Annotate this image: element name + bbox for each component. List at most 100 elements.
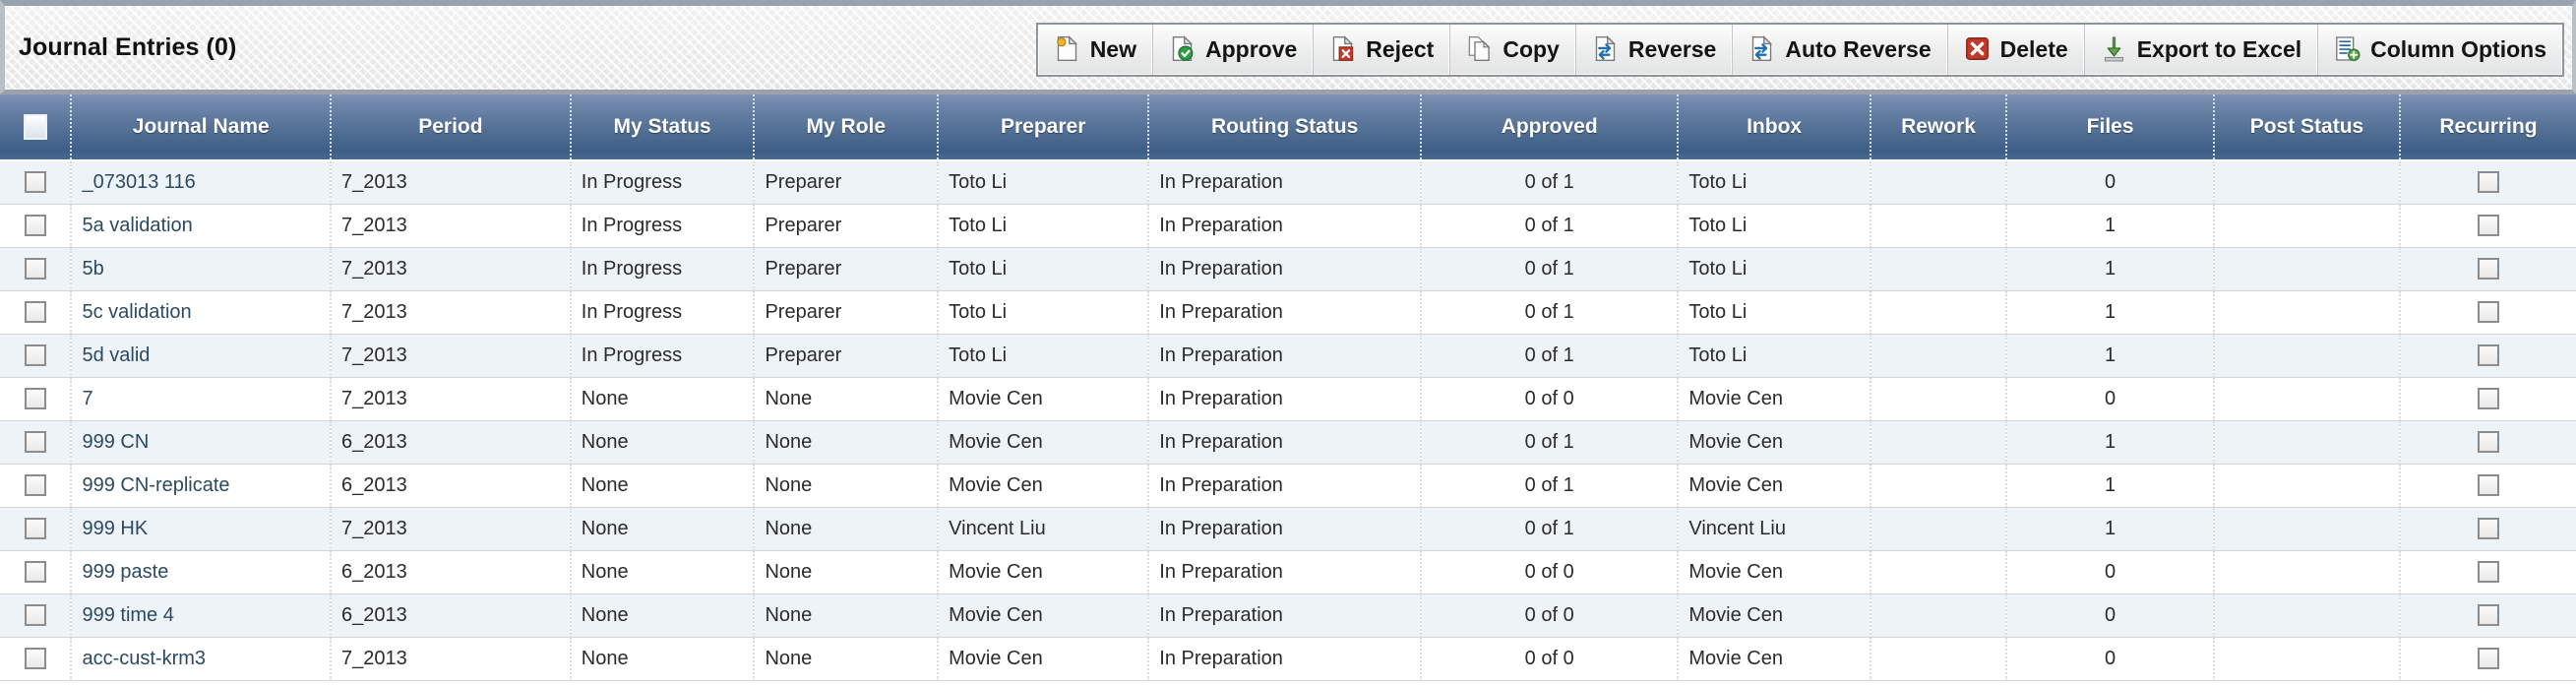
row-select-checkbox[interactable] bbox=[24, 648, 46, 670]
toolbar-button-label: Export to Excel bbox=[2136, 36, 2302, 62]
recurring-checkbox[interactable] bbox=[2477, 258, 2499, 281]
table-row[interactable]: 7 7_2013 None None Movie Cen In Preparation 0 … bbox=[0, 377, 2576, 421]
files-cell: 0 bbox=[2006, 550, 2216, 594]
recurring-checkbox[interactable] bbox=[2477, 301, 2499, 324]
column-header-myrole[interactable]: My Role bbox=[754, 94, 940, 161]
row-select-cell bbox=[0, 420, 73, 465]
column-header-period[interactable]: Period bbox=[331, 94, 572, 161]
inbox-value: Movie Cen bbox=[1688, 430, 1783, 453]
journal-name-link[interactable]: 5a validation bbox=[82, 215, 192, 236]
journal-name-link[interactable]: 5b bbox=[82, 258, 103, 280]
reject-button[interactable]: Reject bbox=[1314, 25, 1451, 75]
row-select-cell bbox=[0, 334, 73, 378]
column-header-inbox[interactable]: Inbox bbox=[1678, 94, 1871, 161]
journal-name-link[interactable]: 999 paste bbox=[82, 561, 168, 583]
reverse-button[interactable]: Reverse bbox=[1576, 25, 1734, 75]
recurring-checkbox[interactable] bbox=[2477, 604, 2499, 627]
column-header-label: Approved bbox=[1501, 114, 1598, 138]
recurring-checkbox[interactable] bbox=[2477, 561, 2499, 584]
toolbar-button-label: Copy bbox=[1503, 36, 1560, 62]
recurring-cell bbox=[2399, 290, 2576, 335]
recurring-checkbox[interactable] bbox=[2477, 648, 2499, 670]
routing-value: In Preparation bbox=[1159, 300, 1283, 323]
myrole-value: Preparer bbox=[765, 170, 842, 193]
column-header-routing[interactable]: Routing Status bbox=[1148, 94, 1422, 161]
inbox-cell: Movie Cen bbox=[1678, 420, 1871, 465]
toolbar-button-label: Reject bbox=[1366, 36, 1435, 62]
row-select-checkbox[interactable] bbox=[24, 518, 46, 540]
recurring-cell bbox=[2399, 334, 2576, 378]
row-select-checkbox[interactable] bbox=[24, 388, 46, 410]
row-select-checkbox[interactable] bbox=[24, 258, 46, 281]
routing-cell: In Preparation bbox=[1148, 593, 1422, 638]
journal-name-link[interactable]: 7 bbox=[82, 388, 92, 409]
recurring-checkbox[interactable] bbox=[2477, 344, 2499, 367]
column-header-rework[interactable]: Rework bbox=[1870, 94, 2008, 161]
table-row[interactable]: acc-cust-krm3 7_2013 None None Movie Cen In P… bbox=[0, 637, 2576, 681]
auto-reverse-button[interactable]: Auto Reverse bbox=[1733, 25, 1948, 75]
myrole-value: Preparer bbox=[765, 300, 842, 323]
table-row[interactable]: 5b 7_2013 In Progress Preparer Toto Li In Pre… bbox=[0, 247, 2576, 291]
journal-name-link[interactable]: 999 CN bbox=[82, 431, 149, 453]
table-row[interactable]: 999 paste 6_2013 None None Movie Cen In Prepa… bbox=[0, 550, 2576, 594]
column-header-mystatus[interactable]: My Status bbox=[570, 94, 756, 161]
table-row[interactable]: 999 time 4 6_2013 None None Movie Cen In Prep… bbox=[0, 593, 2576, 638]
inbox-cell: Movie Cen bbox=[1678, 637, 1871, 681]
row-select-checkbox[interactable] bbox=[24, 171, 46, 194]
routing-cell: In Preparation bbox=[1148, 160, 1422, 205]
column-header-journal[interactable]: Journal Name bbox=[71, 94, 333, 161]
myrole-cell: None bbox=[754, 420, 940, 465]
journal-name-link[interactable]: acc-cust-krm3 bbox=[82, 648, 206, 669]
copy-button[interactable]: Copy bbox=[1450, 25, 1576, 75]
mystatus-value: In Progress bbox=[581, 170, 683, 193]
column-header-post[interactable]: Post Status bbox=[2214, 94, 2401, 161]
table-row[interactable]: 5d valid 7_2013 In Progress Preparer Toto Li… bbox=[0, 334, 2576, 378]
table-row[interactable]: 5a validation 7_2013 In Progress Preparer To… bbox=[0, 204, 2576, 248]
journal-name-link[interactable]: _073013 116 bbox=[82, 171, 195, 193]
table-row[interactable]: 999 CN 6_2013 None None Movie Cen In Preparat… bbox=[0, 420, 2576, 465]
column-options-button[interactable]: Column Options bbox=[2318, 25, 2562, 75]
journal-name-link[interactable]: 999 time 4 bbox=[82, 604, 173, 626]
journal-name-link[interactable]: 5c validation bbox=[82, 301, 191, 323]
approved-cell: 0 of 1 bbox=[1421, 420, 1680, 465]
row-select-checkbox[interactable] bbox=[24, 604, 46, 627]
row-select-checkbox[interactable] bbox=[24, 431, 46, 454]
mystatus-cell: None bbox=[570, 507, 756, 551]
recurring-checkbox[interactable] bbox=[2477, 474, 2499, 497]
approve-button[interactable]: Approve bbox=[1153, 25, 1315, 75]
journal-name-link[interactable]: 5d valid bbox=[82, 344, 150, 366]
column-header-preparer[interactable]: Preparer bbox=[938, 94, 1150, 161]
delete-button[interactable]: Delete bbox=[1948, 25, 2085, 75]
post-cell bbox=[2214, 204, 2401, 248]
row-select-checkbox[interactable] bbox=[24, 561, 46, 584]
post-cell bbox=[2214, 160, 2401, 205]
column-header-approved[interactable]: Approved bbox=[1421, 94, 1680, 161]
column-header-recurring[interactable]: Recurring bbox=[2399, 94, 2576, 161]
recurring-checkbox[interactable] bbox=[2477, 215, 2499, 237]
recurring-checkbox[interactable] bbox=[2477, 431, 2499, 454]
journal-name-link[interactable]: 999 HK bbox=[82, 518, 148, 539]
row-select-checkbox[interactable] bbox=[24, 344, 46, 367]
new-button[interactable]: New bbox=[1038, 25, 1153, 75]
journal-name-link[interactable]: 999 CN-replicate bbox=[82, 474, 229, 496]
recurring-checkbox[interactable] bbox=[2477, 518, 2499, 540]
select-all-checkbox[interactable] bbox=[23, 114, 47, 140]
export-to-excel-button[interactable]: Export to Excel bbox=[2085, 25, 2319, 75]
table-row[interactable]: 5c validation 7_2013 In Progress Preparer To… bbox=[0, 290, 2576, 335]
recurring-checkbox[interactable] bbox=[2477, 388, 2499, 410]
myrole-cell: None bbox=[754, 593, 940, 638]
reject-document-icon bbox=[1329, 35, 1356, 64]
row-select-checkbox[interactable] bbox=[24, 474, 46, 497]
table-row[interactable]: 999 CN-replicate 6_2013 None None Movie Cen I… bbox=[0, 464, 2576, 508]
row-select-checkbox[interactable] bbox=[24, 215, 46, 237]
column-header-files[interactable]: Files bbox=[2006, 94, 2216, 161]
approved-cell: 0 of 1 bbox=[1421, 290, 1680, 335]
preparer-value: Movie Cen bbox=[949, 430, 1043, 453]
recurring-checkbox[interactable] bbox=[2477, 171, 2499, 194]
toolbar-button-label: Delete bbox=[1999, 36, 2068, 62]
preparer-cell: Toto Li bbox=[938, 247, 1150, 291]
row-select-checkbox[interactable] bbox=[24, 301, 46, 324]
table-row[interactable]: 999 HK 7_2013 None None Vincent Liu In Prepar… bbox=[0, 507, 2576, 551]
period-cell: 7_2013 bbox=[331, 160, 572, 205]
table-row[interactable]: _073013 116 7_2013 In Progress Preparer Toto… bbox=[0, 160, 2576, 205]
